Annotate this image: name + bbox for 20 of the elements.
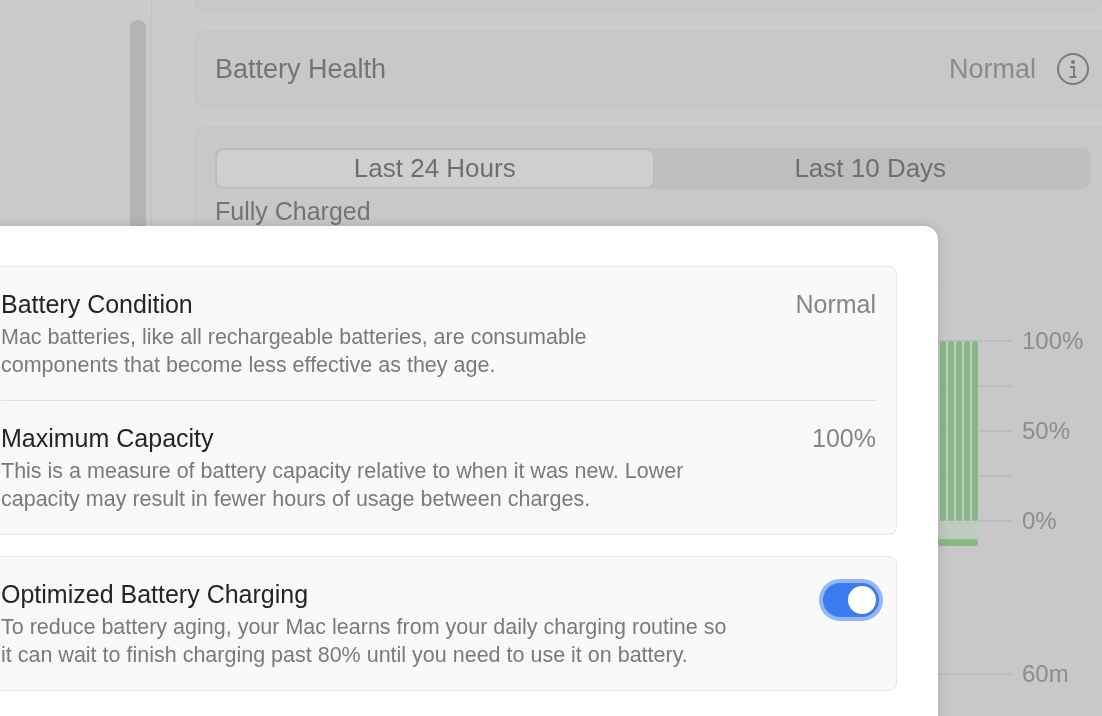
axis-label: 50% xyxy=(1022,416,1071,446)
row-value: 100% xyxy=(812,423,876,454)
battery-health-row[interactable]: Battery Health Normal xyxy=(194,31,1102,107)
axis-label: 0% xyxy=(1022,506,1057,536)
row-description: This is a measure of battery capacity relative to when it was new. Lower capacity may result in fewer hours of usage between charges. xyxy=(1,458,685,513)
row-title: Battery Condition xyxy=(1,289,194,319)
row-value: Normal xyxy=(795,289,876,320)
chart-heading: Fully Charged xyxy=(215,198,371,224)
info-icon[interactable] xyxy=(1056,52,1090,86)
segment-tab[interactable]: Last 10 Days xyxy=(652,150,1088,187)
row-description: To reduce battery aging, your Mac learns from your daily charging routine so it can wait to finish charging past 80% until you need to use it on battery. xyxy=(1,614,728,669)
row-value: Normal xyxy=(949,53,1036,85)
toggle-switch[interactable] xyxy=(819,579,883,621)
row-title: Optimized Battery Charging xyxy=(1,579,310,609)
row-title: Maximum Capacity xyxy=(1,423,215,453)
axis-label: 100% xyxy=(1022,326,1084,356)
row-description: Mac batteries, like all rechargeable batteries, are consumable components that become less effective as they age. xyxy=(1,324,588,379)
axis-label: 60m xyxy=(1022,659,1069,689)
segment-tab[interactable]: Last 24 Hours xyxy=(217,150,653,187)
row-label: Battery Health xyxy=(215,53,388,85)
